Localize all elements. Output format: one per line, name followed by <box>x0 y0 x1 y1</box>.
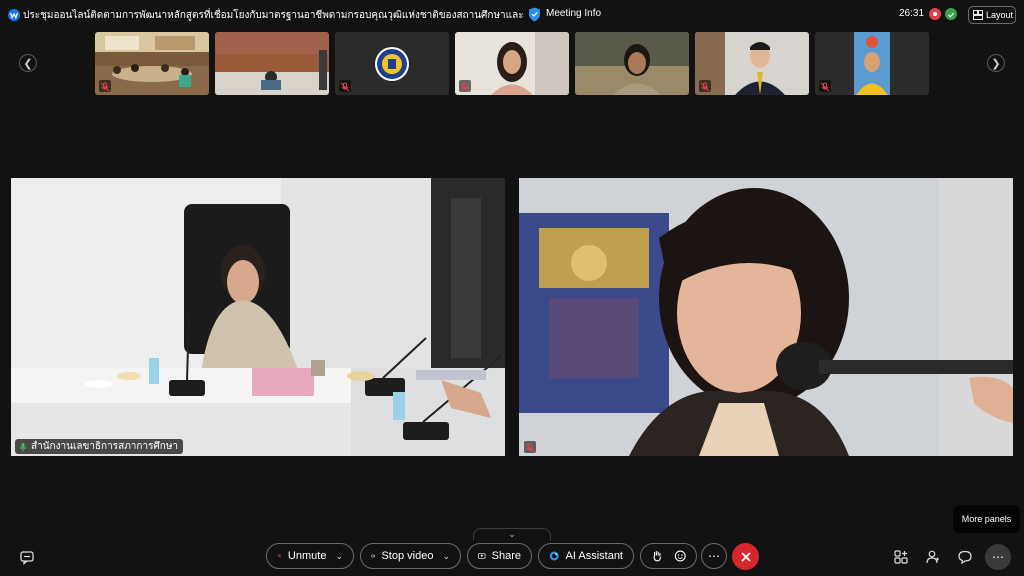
recording-indicator-icon[interactable] <box>929 8 941 20</box>
participants-icon[interactable] <box>925 549 941 565</box>
more-panels-icon: ⋯ <box>992 550 1004 564</box>
unmute-button[interactable]: Unmute ⌄ <box>266 543 354 569</box>
close-icon <box>740 551 751 562</box>
participant-thumbnail[interactable] <box>215 32 329 95</box>
main-video-tile-right[interactable] <box>519 178 1013 456</box>
main-video-tile-left[interactable]: สำนักงานเลขาธิการสภาการศึกษา <box>11 178 505 456</box>
participant-name-tag: สำนักงานเลขาธิการสภาการศึกษา <box>15 439 184 454</box>
participant-thumbnail[interactable] <box>455 32 569 95</box>
organization-logo-avatar <box>335 32 449 95</box>
title-bar: ประชุมออนไลน์ติดตามการพัฒนาหลักสูตรที่เช… <box>0 0 1024 30</box>
participant-thumbnail[interactable] <box>95 32 209 95</box>
participant-video <box>695 32 809 95</box>
unmute-label: Unmute <box>287 550 327 562</box>
ai-assistant-label: AI Assistant <box>565 550 623 562</box>
chevron-down-icon[interactable]: ⌄ <box>442 551 450 562</box>
participant-thumbnail[interactable] <box>695 32 809 95</box>
reactions-group <box>640 543 697 569</box>
share-screen-icon <box>478 553 486 559</box>
chevron-down-icon[interactable]: ⌄ <box>335 551 343 562</box>
participant-video <box>455 32 569 95</box>
conference-room-video <box>95 32 209 95</box>
ai-assistant-icon <box>549 551 559 561</box>
next-thumbnails-button[interactable]: ❯ <box>987 54 1005 72</box>
chat-icon[interactable] <box>957 549 973 565</box>
leave-meeting-button[interactable] <box>732 543 759 570</box>
more-options-button[interactable]: ⋯ <box>701 543 727 569</box>
muted-mic-icon <box>459 80 471 92</box>
meeting-info-link[interactable]: Meeting Info <box>546 8 601 19</box>
collapse-controls-handle[interactable]: ⌄ <box>473 528 551 540</box>
participant-name: สำนักงานเลขาธิการสภาการศึกษา <box>31 441 179 452</box>
muted-mic-icon <box>524 441 536 453</box>
meeting-info-shield-icon[interactable] <box>528 7 541 22</box>
muted-mic-icon <box>99 80 111 92</box>
more-panels-button[interactable]: ⋯ <box>985 544 1011 570</box>
previous-thumbnails-button[interactable]: ❮ <box>19 54 37 72</box>
speaker-video <box>519 178 1013 456</box>
share-button[interactable]: Share <box>467 543 532 569</box>
office-meeting-video <box>11 178 505 456</box>
share-label: Share <box>491 550 521 562</box>
raise-hand-icon[interactable] <box>651 549 664 563</box>
meeting-title: ประชุมออนไลน์ติดตามการพัฒนาหลักสูตรที่เช… <box>23 10 523 21</box>
more-options-icon: ⋯ <box>708 549 720 563</box>
participant-video <box>575 32 689 95</box>
participant-avatar <box>815 32 929 95</box>
video-camera-icon <box>371 554 376 558</box>
muted-mic-icon <box>819 80 831 92</box>
layout-button[interactable]: Layout <box>968 6 1016 24</box>
stop-video-label: Stop video <box>381 550 434 562</box>
layout-grid-icon <box>973 10 983 20</box>
meeting-timer: 26:31 <box>899 8 925 19</box>
muted-mic-icon <box>339 80 351 92</box>
muted-mic-icon <box>277 553 282 558</box>
ai-assistant-button[interactable]: AI Assistant <box>538 543 634 569</box>
participant-thumbnail[interactable] <box>335 32 449 95</box>
webex-logo-icon <box>8 9 20 21</box>
apps-icon[interactable] <box>893 549 909 565</box>
stop-video-button[interactable]: Stop video ⌄ <box>360 543 461 569</box>
speaking-mic-icon <box>19 442 27 451</box>
participant-thumbnail[interactable] <box>815 32 929 95</box>
layout-label: Layout <box>986 10 1014 20</box>
participant-thumbnail[interactable] <box>575 32 689 95</box>
meeting-table-video <box>215 32 329 95</box>
more-panels-tooltip: More panels <box>953 505 1020 533</box>
security-status-icon[interactable] <box>945 8 957 20</box>
captions-icon[interactable] <box>19 549 35 565</box>
muted-mic-icon <box>699 80 711 92</box>
reaction-emoji-icon[interactable] <box>674 549 687 563</box>
